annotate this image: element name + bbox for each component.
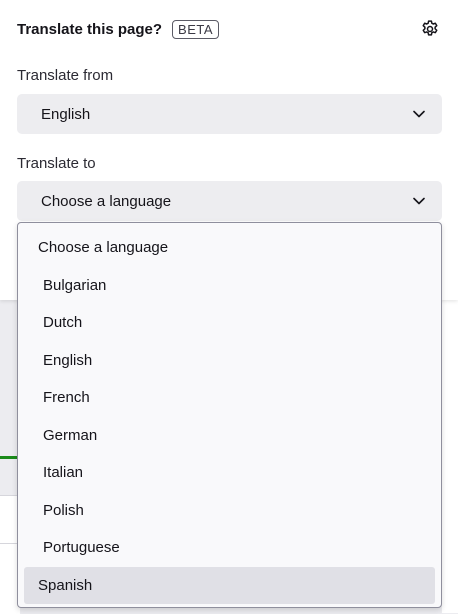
translate-from-label: Translate from bbox=[17, 67, 114, 84]
background-panel-fragment-right bbox=[442, 300, 458, 613]
language-option[interactable]: Bulgarian bbox=[23, 267, 436, 305]
translate-to-select[interactable]: Choose a language bbox=[17, 181, 442, 221]
translate-from-select[interactable]: English bbox=[17, 94, 442, 134]
language-option[interactable]: Dutch bbox=[23, 304, 436, 342]
translate-to-value: Choose a language bbox=[41, 192, 172, 210]
language-option-highlighted[interactable]: Spanish bbox=[24, 566, 435, 604]
language-dropdown[interactable]: Choose a language Bulgarian Dutch Englis… bbox=[17, 222, 442, 608]
gear-icon[interactable] bbox=[419, 18, 441, 40]
language-option[interactable]: German bbox=[23, 417, 436, 455]
translate-from-value: English bbox=[41, 105, 91, 123]
translate-to-label: Translate to bbox=[17, 155, 96, 172]
language-option[interactable]: English bbox=[23, 342, 436, 380]
language-option[interactable]: Choose a language bbox=[23, 229, 436, 267]
language-option[interactable]: Italian bbox=[23, 454, 436, 492]
language-option[interactable]: French bbox=[23, 379, 436, 417]
panel-header: Translate this page? BETA bbox=[17, 16, 441, 42]
panel-title: Translate this page? bbox=[17, 20, 163, 38]
beta-badge: BETA bbox=[172, 19, 220, 39]
language-option[interactable]: Polish bbox=[23, 492, 436, 530]
chevron-down-icon bbox=[412, 107, 426, 121]
chevron-down-icon bbox=[412, 194, 426, 208]
language-option[interactable]: Portuguese bbox=[23, 529, 436, 567]
